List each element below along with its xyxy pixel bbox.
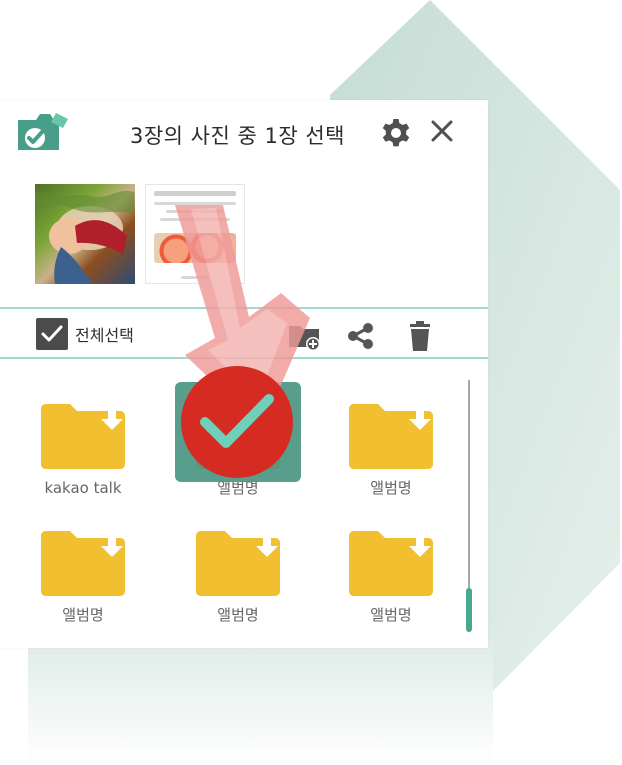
album-label: kakao talk xyxy=(44,479,122,497)
album-label: 앨범명 xyxy=(370,479,412,497)
camera-check-icon xyxy=(18,113,68,150)
selected-photo-thumbnails xyxy=(35,184,250,288)
folder-download-icon xyxy=(41,404,125,469)
folder-download-icon xyxy=(349,404,433,469)
thumbnail-text-line xyxy=(160,218,230,221)
album-label: 앨범명 xyxy=(370,606,412,624)
folder-download-icon xyxy=(196,531,280,596)
thumbnail-address-bar xyxy=(154,191,236,196)
blog-screenshot-thumbnail[interactable] xyxy=(145,184,245,284)
select-all-checkbox[interactable]: 전체선택 xyxy=(36,318,176,350)
action-toolbar: 전체선택 xyxy=(0,309,488,357)
album-label: 앨범명 xyxy=(217,606,259,624)
album-label: 앨범명 xyxy=(217,479,259,497)
scrollbar-thumb[interactable] xyxy=(466,588,472,632)
thumbnail-text-line xyxy=(166,210,224,213)
album-folder[interactable]: 앨범명 xyxy=(23,530,143,624)
album-folder[interactable]: 앨범명 xyxy=(331,530,451,624)
toolbar-bottom-divider xyxy=(0,357,488,359)
album-folder[interactable]: 앨범명 xyxy=(178,530,298,624)
folder-download-icon xyxy=(196,404,280,469)
child-photo-image xyxy=(35,190,134,284)
select-all-label: 전체선택 xyxy=(75,326,134,345)
folder-download-icon xyxy=(349,531,433,596)
grapefruit-image xyxy=(154,233,236,263)
thumbnail-text-line xyxy=(154,202,236,205)
album-kakao-talk[interactable]: kakao talk xyxy=(23,403,143,497)
share-icon[interactable] xyxy=(344,319,378,353)
gear-icon[interactable] xyxy=(380,117,412,149)
album-folder-selected[interactable]: 앨범명 xyxy=(178,403,298,497)
checkbox-check-icon xyxy=(36,318,68,350)
photo-selection-panel: 3장의 사진 중 1장 선택 전체선택 kakao talk 앨범명 앨범명 앨… xyxy=(0,100,488,648)
close-icon[interactable] xyxy=(429,118,455,144)
child-photo-thumbnail[interactable] xyxy=(35,184,135,284)
folder-download-icon xyxy=(41,531,125,596)
album-folder[interactable]: 앨범명 xyxy=(331,403,451,497)
new-folder-icon[interactable] xyxy=(287,319,321,353)
album-label: 앨범명 xyxy=(62,606,104,624)
page-title: 3장의 사진 중 1장 선택 xyxy=(130,124,345,148)
trash-icon[interactable] xyxy=(403,319,437,353)
thumbnail-text-line xyxy=(181,276,209,279)
album-scrollbar[interactable] xyxy=(466,380,472,632)
album-folder-grid: kakao talk 앨범명 앨범명 앨범명 앨범명 앨범명 xyxy=(0,378,460,640)
